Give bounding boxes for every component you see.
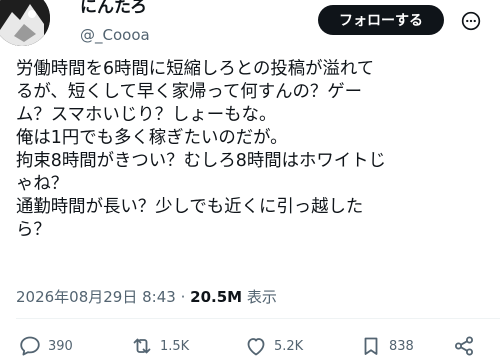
post-date[interactable]: 2026年08月29日 [16, 288, 137, 306]
post-text-line: 通勤時間が長い？少しでも近くに引っ越した [16, 197, 364, 217]
follow-button[interactable]: フォローする [318, 5, 444, 35]
meta-separator: · [180, 288, 186, 306]
post-meta: 2026年08月29日 8:43 · 20.5M 表示 [16, 286, 277, 307]
reply-icon [20, 336, 40, 356]
reply-count: 390 [48, 338, 73, 354]
bookmark-button[interactable]: 838 [359, 333, 414, 359]
display-name[interactable]: にんたろ [80, 0, 150, 18]
more-button[interactable] [460, 10, 482, 32]
views-count: 20.5M [190, 288, 243, 306]
author-info: にんたろ @_Coooa [80, 0, 150, 44]
bookmark-icon [364, 337, 378, 355]
post-text-line: 俺は1円でも多く稼ぎたいのだが。 [16, 128, 288, 148]
post-text-line: るが、短くして早く家帰って何すんの？ゲー [16, 82, 363, 102]
like-count: 5.2K [274, 338, 304, 354]
repost-button[interactable]: 1.5K [130, 333, 189, 359]
post-text: 労働時間を6時間に短縮しろとの投稿が溢れて るが、短くして早く家帰って何すんの？… [16, 58, 494, 242]
post-text-line: 拘束8時間がきつい？むしろ8時間はホワイトじ [16, 151, 386, 171]
reply-button[interactable]: 390 [18, 333, 73, 359]
action-bar: 390 1.5K 5.2K 838 [16, 333, 500, 359]
heart-icon [247, 338, 265, 356]
repost-icon [133, 338, 151, 354]
like-button[interactable]: 5.2K [244, 333, 303, 359]
repost-count: 1.5K [160, 338, 190, 354]
post-text-line: ム？スマホいじり？しょーもな。 [16, 105, 277, 125]
bookmark-count: 838 [389, 338, 414, 354]
post-text-line: 労働時間を6時間に短縮しろとの投稿が溢れて [16, 59, 375, 79]
post-text-line: ゃね？ [16, 174, 69, 194]
more-icon [461, 11, 481, 31]
divider [16, 318, 500, 319]
share-button[interactable] [452, 333, 476, 359]
post-time[interactable]: 8:43 [142, 288, 176, 306]
views-label: 表示 [246, 288, 277, 306]
share-icon [455, 336, 473, 356]
avatar[interactable] [0, 0, 50, 46]
handle[interactable]: @_Coooa [80, 26, 150, 44]
avatar-image [0, 0, 50, 46]
post-text-line: ら？ [16, 220, 51, 240]
